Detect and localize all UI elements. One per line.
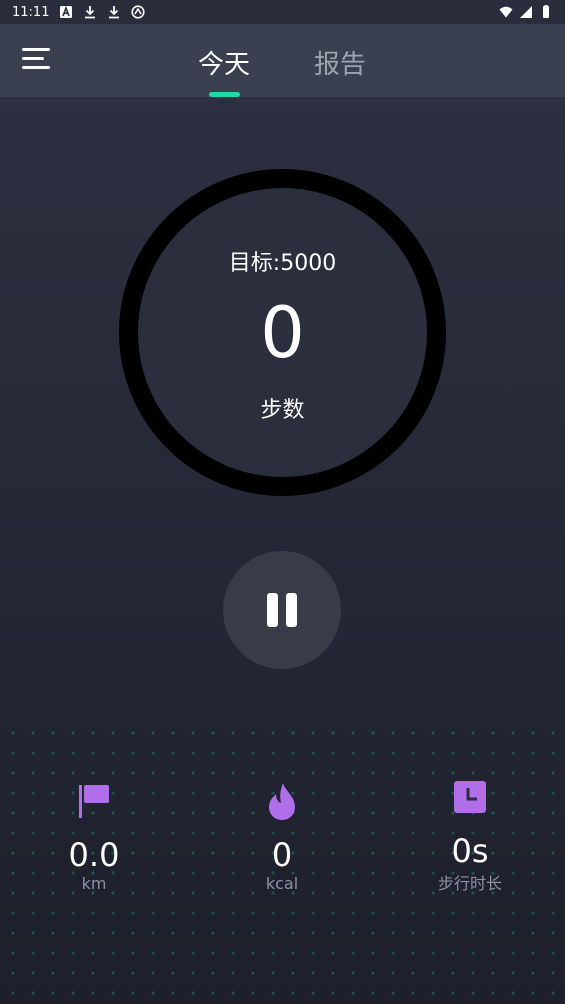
download-icon — [85, 6, 96, 19]
pause-icon — [267, 593, 278, 627]
download-icon — [109, 6, 120, 19]
calories-unit: kcal — [265, 874, 299, 893]
app-bar: 今天 报告 — [0, 24, 565, 97]
goal-label: 目标:5000 — [228, 251, 337, 276]
duration-stat: 0s 步行时长 — [400, 776, 540, 894]
status-bar: 11:11 — [0, 0, 565, 24]
pause-icon — [286, 593, 297, 627]
distance-value: 0.0 — [68, 836, 120, 874]
vpn-icon — [131, 5, 146, 19]
step-count: 0 — [260, 292, 305, 374]
active-tab-indicator — [209, 92, 240, 97]
pause-button[interactable] — [223, 551, 341, 669]
tab-today[interactable]: 今天 — [198, 44, 250, 81]
menu-icon-line — [22, 48, 50, 51]
duration-label: 步行时长 — [437, 874, 502, 893]
calories-value: 0 — [271, 836, 293, 874]
distance-stat: 0.0 km — [24, 780, 164, 893]
tab-report[interactable]: 报告 — [314, 44, 366, 81]
distance-unit: km — [81, 874, 107, 893]
calories-stat: 0 kcal — [212, 780, 352, 893]
flag-icon — [79, 785, 109, 818]
battery-icon — [543, 5, 549, 18]
clock-icon — [454, 781, 486, 813]
menu-icon-line — [22, 57, 44, 60]
wifi-icon — [499, 6, 513, 18]
status-time: 11:11 — [12, 4, 50, 20]
flame-icon — [269, 783, 295, 820]
menu-icon-line — [22, 66, 50, 69]
menu-button[interactable] — [22, 48, 52, 74]
a-icon — [60, 5, 73, 18]
step-count-label: 步数 — [260, 398, 305, 423]
signal-icon — [520, 6, 532, 18]
duration-value: 0s — [451, 832, 489, 870]
